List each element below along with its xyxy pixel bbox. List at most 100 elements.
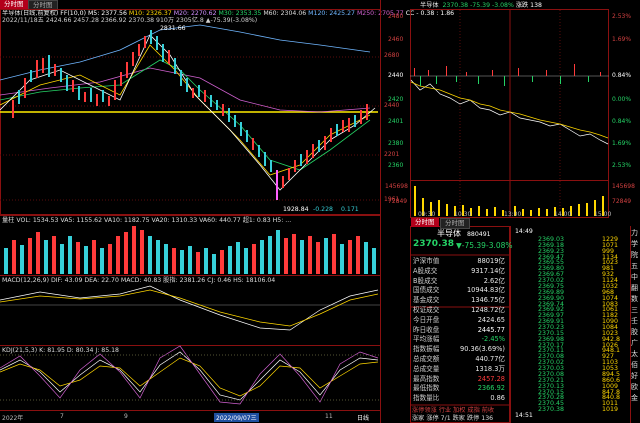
info-row-value: 1318.3万 [475,364,505,373]
info-change: ▼-75.39 [456,241,486,250]
info-row: A股成交 9317.14亿 [411,267,507,275]
y-label-0: 2680 [384,52,400,59]
intraday-vol-r-1: 72849 [612,198,632,205]
info-row: 沪深市值 88019亿 [411,257,507,265]
vol-legend: 量柱 VOL: 1534.53 VA5: 1155.62 VA10: 1182.… [2,217,292,224]
intraday-pct-3: 0.00% [612,96,632,103]
time-label-1: 10:30 [454,211,472,218]
info-row: 指数振幅 90.36(3.69%) [411,345,507,353]
info-row-value: 2366.92 [477,384,505,393]
tick-row: 2370.38 1019 [510,406,630,414]
time-label-0: 09:30 [418,211,436,218]
intraday-vol-y-0: 145698 [385,183,408,190]
tab-intraday-b[interactable]: 分时图 [440,218,470,229]
macd-legend: MACD(12,26,9) DIF: 43.09 DEA: 22.70 MACD… [2,277,276,284]
x-label-4: 11 [325,413,333,420]
info-row-key: 指数振幅 [413,345,440,354]
intraday-y-2: 2440 [388,72,404,79]
info-row-value: 1248.72亿 [471,306,505,314]
ticks-time-top: 14:49 [515,228,533,235]
intraday-y-4: 2401 [388,118,404,125]
info-row-value: 88019亿 [477,257,505,265]
y-label-3: 1961 [384,196,400,203]
intraday-pct-1: 1.69% [612,36,632,43]
info-row-value: 10944.83亿 [466,286,505,295]
info-row: 基金成交 1346.75亿 [411,296,507,304]
intraday-pct-4: 0.84% [612,118,632,125]
info-row-key: B股成交 [413,276,438,285]
info-pct: -3.08% [486,241,513,250]
info-row-key: 今日开盘 [413,315,440,324]
intraday-title: 半导体 2370.38 -75.39 -3.08% 涨跌 138 [420,2,542,9]
info-row-key: A股成交 [413,266,438,275]
info-row-value: 9317.14亿 [471,266,505,275]
info-row-key: 总成交量 [413,364,440,373]
info-row: 总成交额 440.77亿 [411,355,507,363]
y-label-1: 2440 [384,102,400,109]
info-row-value: 0.86 [490,394,505,403]
intraday-pct-6: 2.53% [612,162,632,169]
info-row-key: 昨日收盘 [413,325,440,334]
info-price: 2370.38 [413,239,454,249]
y-label-2: 2201 [384,151,400,158]
intraday-pct-5: 1.69% [612,140,632,147]
low-diff-2: 0.171 [341,206,359,213]
intraday-pct-0: 2.53% [612,13,632,20]
intraday-y-1: 2460 [388,36,404,43]
info-row-key: 沪深市值 [413,257,440,265]
intraday-pct-2: 0.84% [612,72,632,79]
info-row: 今日开盘 2424.65 [411,316,507,324]
tick-price: 2370.38 [538,406,565,414]
intraday-vol-r-0: 145698 [612,183,635,190]
side-text-column: 力学院 五 中 翻 数 三 壬 胶 广 太 佰 好 欧 金 [631,229,638,402]
info-row-key: 权证成交 [413,306,440,314]
info-code: 880491 [467,231,491,238]
time-label-3: 14:00 [554,211,572,218]
info-row: 最低指数 2366.92 [411,384,507,392]
x-label-1: 7 [60,413,64,420]
kdj-legend: KDJ(21,5,3) K: 81.95 D: 80.34 J: 85.18 [2,347,119,354]
intraday-y-6: 2360 [388,162,404,169]
info-row-key: 基金成交 [413,296,440,305]
info-row-value: 2424.65 [477,315,505,324]
intraday-bars [414,64,601,86]
info-row-value: 2457.28 [477,374,505,383]
info-row-key: 总成交额 [413,355,440,363]
info-row-key: 最低指数 [413,384,440,393]
intraday-y-5: 2380 [388,140,404,147]
period-button[interactable]: 日线 [357,413,369,422]
tick-volume: 1019 [602,406,619,414]
volume-bars [4,226,376,274]
x-label-cursor: 2022/09/07三 [214,413,259,422]
info-row-key: 指数量比 [413,394,440,403]
info-row: 平均涨幅 -2.45% [411,335,507,343]
info-row: 权证成交 1248.72亿 [411,306,507,314]
intraday-y-0: 2480 [388,13,404,20]
info-name: 半导体 [437,229,461,238]
candles [12,30,368,200]
time-label-2: 13:00 [504,211,522,218]
info-row: 最高指数 2457.28 [411,375,507,383]
info-row-value: 1346.75亿 [471,296,505,305]
time-label-4: 15:00 [594,211,612,218]
info-row-key: 国债成交 [413,286,440,295]
low-price-label: 1928.84 [283,206,309,213]
info-row-value: 2445.77 [477,325,505,334]
intraday-vol-y-1: 72849 [388,198,408,205]
x-label-0: 2022年 [2,415,24,422]
info-row: 总成交量 1318.3万 [411,365,507,373]
info-row-value: 440.77亿 [475,355,505,363]
info-footer-2: 涨家 涨停 7/1 跌家 跌停 136 [412,415,494,422]
intraday-y-3: 2420 [388,96,404,103]
low-diff-1: -0.228 [313,206,333,213]
info-row: 昨日收盘 2445.77 [411,326,507,334]
high-price-label: 2831.66 [160,25,186,32]
info-row-key: 平均涨幅 [413,335,440,344]
info-row-value: -2.45% [481,335,505,344]
info-row-key: 最高指数 [413,374,440,383]
info-row-value: 90.36(3.69%) [460,345,505,354]
info-row-value: 2.62亿 [483,276,505,285]
info-row: 指数量比 0.86 [411,394,507,402]
info-footer-1[interactable]: 涨停领涨 行业 加权 成指 前收 [412,407,494,414]
tab-intraday-a[interactable]: 分时图 [411,218,439,227]
